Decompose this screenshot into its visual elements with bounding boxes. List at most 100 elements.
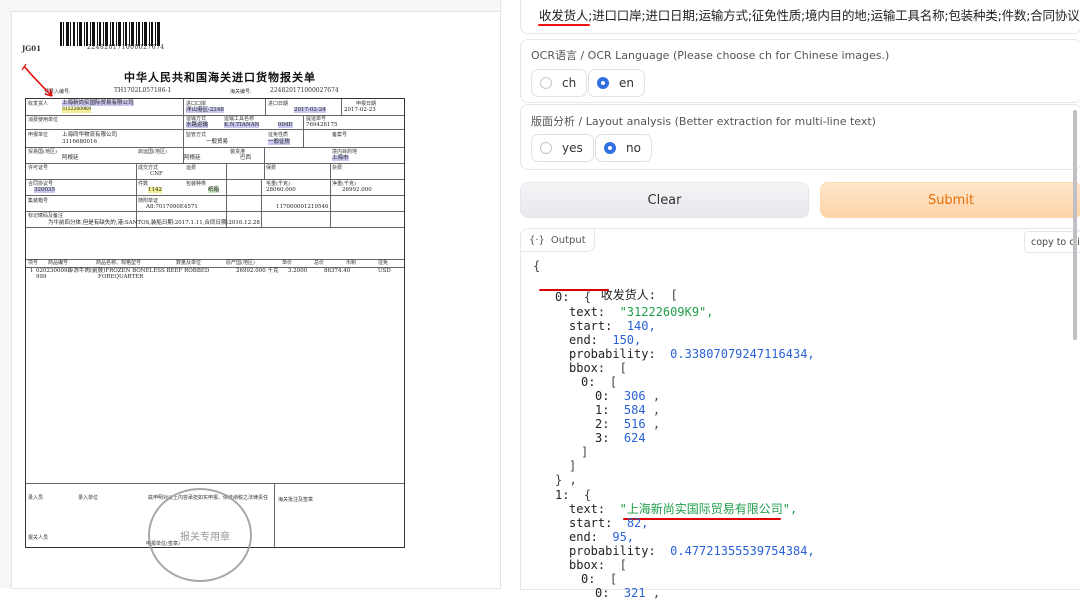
fields-input[interactable]: 收发货人;进口口岸;进口日期;运输方式;征免性质;境内目的地;运输工具名称;包装… <box>520 0 1080 34</box>
port-value: 巴西 <box>240 155 252 161</box>
goods-col-tax: 征免 <box>378 260 389 266</box>
goods-col-qty: 数量及单位 <box>176 260 202 266</box>
vehicle-value: K.N.TIANAN <box>224 122 260 128</box>
import-date-label: 进口日期 <box>268 101 289 107</box>
layout-analysis-block: 版面分析 / Layout analysis (Better extractio… <box>520 104 1080 170</box>
output-tag: {·} Output <box>521 229 595 252</box>
stamp-text: 报关专用章 <box>180 532 230 543</box>
goods-row2-code: 999 <box>36 274 47 280</box>
json-brace: } , <box>555 473 577 487</box>
json-item-index: 0: { <box>555 290 592 304</box>
json-bbox-row: bbox: [ <box>569 558 627 572</box>
consignee-label: 收发货人 <box>28 101 49 107</box>
json-key-consignee: 收发货人: <box>600 288 657 302</box>
radio-unchecked-icon[interactable] <box>540 142 552 154</box>
right-panel: 收发货人;进口口岸;进口日期;运输方式;征免性质;境内目的地;运输工具名称;包装… <box>505 0 1080 600</box>
misc-label: 杂费 <box>332 165 343 171</box>
tax-label: 征免性质 <box>268 132 289 138</box>
customs-stamp: 报关专用章 <box>148 488 252 582</box>
customs-no-value: 224820171000027674 <box>270 87 339 94</box>
json-text-row: text: "31222609K9", <box>569 305 714 319</box>
input-image-panel[interactable]: 224820171000027674 JG01 中华人民共和国海关进口货物报关单… <box>0 0 501 588</box>
customs-declaration-document: 224820171000027674 JG01 中华人民共和国海关进口货物报关单… <box>12 12 500 588</box>
json-braces-icon: {·} <box>529 234 545 246</box>
goods-col-origin: 原产国(地区) <box>226 260 255 266</box>
remarks-label: 标记唛码及备注 <box>28 213 64 219</box>
net-value: 26992.000 <box>342 187 372 193</box>
declaration-form-table: 收发货人 上海新尚实国际贸易有限公司 31222609K9 进口口岸 洋山港区-… <box>25 98 405 548</box>
declarant-person-label: 报关人员 <box>28 535 49 541</box>
pre-entry-value: TH1702L057186-1 <box>114 87 172 94</box>
customs-note-label: 海关批注及签章 <box>278 497 314 503</box>
ocr-option-ch[interactable]: ch <box>531 69 588 97</box>
supervision-value: 一般贸易 <box>206 139 229 145</box>
customs-no-label: 海关编号: <box>230 89 252 95</box>
page-scrollbar[interactable] <box>1073 110 1077 340</box>
clear-button[interactable]: Clear <box>520 182 809 218</box>
import-date-value: 2017-02-24 <box>294 107 326 113</box>
goods-col-code: 商品编号 <box>48 260 69 266</box>
package-label: 包装种类 <box>186 181 207 187</box>
trade-country-label: 贸易国(地区) <box>28 149 57 155</box>
ocr-language-block: OCR语言 / OCR Language (Please choose ch f… <box>520 39 1080 103</box>
goods-row2-name: FOREQUARTER <box>98 274 144 280</box>
fields-input-text[interactable]: 收发货人;进口口岸;进口日期;运输方式;征免性质;境内目的地;运输工具名称;包装… <box>539 5 1080 24</box>
json-end-row: end: 150, <box>569 333 642 347</box>
bl-value: 769428175 <box>306 122 338 128</box>
tax-value: 一般征税 <box>268 139 291 145</box>
entry-person-label: 录入员 <box>28 495 44 501</box>
json-bbox-row: bbox: [ <box>569 361 627 375</box>
red-underline-annotation <box>538 24 590 26</box>
gross-value: 28060.000 <box>266 187 296 193</box>
ocr-option-ch-label: ch <box>562 76 577 90</box>
contract-value: 320035 <box>34 187 55 193</box>
record-label: 备案号 <box>332 132 348 138</box>
goods-row-qty: 26992.000 千克 <box>236 268 279 274</box>
layout-analysis-label: 版面分析 / Layout analysis (Better extractio… <box>531 115 876 128</box>
copy-to-clipboard-button[interactable]: copy to cli <box>1024 231 1080 253</box>
pieces-value: 1142 <box>148 187 162 193</box>
docs-value: A8:7017090E4571 <box>146 204 198 210</box>
ocr-option-en[interactable]: en <box>588 69 645 97</box>
json-bbox-inner-row: 0: [ <box>581 572 618 586</box>
dest-value: 上海市 <box>332 155 349 161</box>
container-label: 集装箱号 <box>28 198 49 204</box>
declarant-code: 3116680016 <box>62 139 97 145</box>
goods-col-item: 项号 <box>28 260 39 266</box>
output-label: Output <box>550 234 586 246</box>
document-title: 中华人民共和国海关进口货物报关单 <box>124 71 316 84</box>
origin-value: 阿根廷 <box>184 155 201 161</box>
layout-option-yes[interactable]: yes <box>531 134 594 162</box>
barcode-number: 224820171000027674 <box>87 44 165 51</box>
consignee-value: 上海新尚实国际贸易有限公司 <box>62 100 134 106</box>
json-probability-row: probability: 0.33807079247116434, <box>569 347 815 361</box>
radio-checked-icon[interactable] <box>604 142 616 154</box>
pieces-label: 件数 <box>138 181 149 187</box>
declare-date-value: 2017-02-23 <box>344 107 376 113</box>
deal-value: CNF <box>150 171 163 177</box>
import-port-value: 洋山港区-2248 <box>186 107 224 113</box>
json-bracket: ] <box>569 459 577 473</box>
origin-label: 启运国(地区) <box>138 149 167 155</box>
json-text-row: text: "上海新尚实国际贸易有限公司", <box>569 502 798 516</box>
declarant-value: 上海同华物流有限公司 <box>62 132 118 138</box>
layout-option-yes-label: yes <box>562 141 583 155</box>
goods-col-currency: 币制 <box>346 260 357 266</box>
json-bbox-value: 0: 306 , <box>595 389 661 403</box>
json-item-index: 1: { <box>555 488 592 502</box>
goods-row-total: 86374.40 <box>324 268 351 274</box>
goods-col-name: 商品名称、规格型号 <box>96 260 142 266</box>
supervision-label: 监管方式 <box>186 132 207 138</box>
goods-row-item: 1 <box>30 268 34 274</box>
consignee-code: 31222609K9 <box>62 107 92 113</box>
layout-option-no-label: no <box>626 141 641 155</box>
package-value: 纸箱 <box>208 187 220 193</box>
goods-col-total: 总价 <box>314 260 325 266</box>
json-bbox-inner-row: 0: [ <box>581 375 618 389</box>
submit-button[interactable]: Submit <box>820 182 1080 218</box>
radio-unchecked-icon[interactable] <box>540 77 552 89</box>
radio-checked-icon[interactable] <box>597 77 609 89</box>
red-arrow-annotation-icon <box>21 63 53 97</box>
layout-option-no[interactable]: no <box>595 134 652 162</box>
json-bbox-value: 1: 584 , <box>595 403 661 417</box>
